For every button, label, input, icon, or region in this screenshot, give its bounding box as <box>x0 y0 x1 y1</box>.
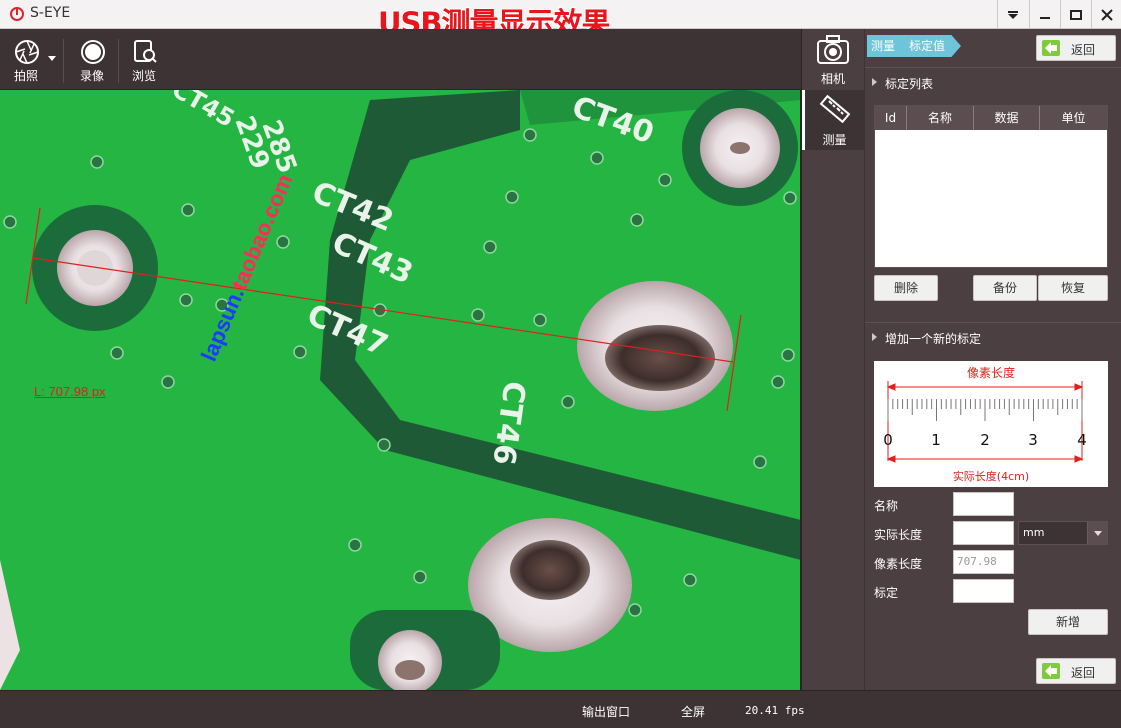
camera-icon <box>817 35 849 64</box>
status-bar: 输出窗口 全屏 20.41 fps <box>0 690 1121 728</box>
back-arrow-icon <box>1042 40 1060 56</box>
browse-button[interactable]: 浏览 <box>119 37 169 87</box>
back-arrow-icon <box>1042 663 1060 679</box>
maximize-button[interactable] <box>1060 0 1090 29</box>
calibration-field[interactable] <box>953 579 1014 603</box>
record-icon <box>81 40 105 64</box>
measurement-length-label: L: 707.98 px <box>34 384 106 399</box>
back-button-top[interactable]: 返回 <box>1036 35 1116 61</box>
minimize-button[interactable] <box>1029 0 1059 29</box>
ruler-icon <box>819 94 851 124</box>
record-label: 录像 <box>79 69 104 83</box>
expand-arrow-icon <box>872 333 877 341</box>
column-id[interactable]: Id <box>875 106 907 130</box>
name-field[interactable] <box>953 492 1014 516</box>
calibration-table[interactable]: Id 名称 数据 单位 <box>874 105 1108 268</box>
ruler-pixel-length-label: 像素长度 <box>967 365 1015 380</box>
new-calibration-title: 增加一个新的标定 <box>885 332 982 346</box>
calibration-list-header[interactable]: 标定列表 <box>865 67 1121 95</box>
mode-nav: 相机 测量 <box>801 29 864 690</box>
browse-icon <box>134 40 157 63</box>
app-title: S-EYE <box>30 5 71 21</box>
chevron-down-icon <box>1087 522 1107 544</box>
ruler-tick-2: 2 <box>980 431 990 449</box>
browse-label: 浏览 <box>131 69 156 83</box>
record-button[interactable]: 录像 <box>67 37 117 87</box>
app-logo-icon <box>10 7 24 21</box>
new-calibration-header[interactable]: 增加一个新的标定 <box>865 322 1121 350</box>
pixel-length-label: 像素长度 <box>874 557 923 571</box>
title-bar: S-EYE USB测量显示效果 <box>0 0 1121 40</box>
maximize-icon <box>1069 9 1082 20</box>
calibration-panel: 测量 标定值 返回 标定列表 Id 名称 数据 单位 删除 备份 恢复 增加一个… <box>865 29 1121 690</box>
actual-length-field[interactable] <box>953 521 1014 545</box>
ruler-tick-3: 3 <box>1028 431 1038 449</box>
toolbar-divider <box>63 39 64 83</box>
restore-button[interactable]: 恢复 <box>1038 275 1108 301</box>
calibration-label: 标定 <box>874 586 899 600</box>
nav-measure[interactable]: 测量 <box>802 90 864 150</box>
photo-label: 拍照 <box>13 69 38 83</box>
nav-camera[interactable]: 相机 <box>802 29 864 89</box>
actual-length-label: 实际长度 <box>874 528 923 542</box>
nav-measure-label: 测量 <box>822 133 847 147</box>
table-header: Id 名称 数据 单位 <box>875 106 1107 130</box>
ruler-diagram: 像素长度 0 1 2 3 4 实际长度(4cm) <box>874 361 1108 487</box>
back-label-top: 返回 <box>1071 43 1096 57</box>
ruler-tick-4: 4 <box>1077 431 1087 449</box>
ruler-tick-1: 1 <box>931 431 941 449</box>
menu-down-icon <box>1007 10 1018 19</box>
ruler-tick-0: 0 <box>883 431 893 449</box>
pixel-length-field[interactable]: 707.98 <box>953 550 1014 574</box>
app-window: S-EYE USB测量显示效果 拍照 录像 浏览 CT40 CT42 CT43 … <box>0 0 1121 728</box>
fps-readout: 20.41 fps <box>745 704 805 717</box>
close-button[interactable] <box>1091 0 1121 29</box>
unit-select-value: mm <box>1023 526 1045 539</box>
unit-select[interactable]: mm <box>1018 521 1108 545</box>
window-menu-button[interactable] <box>997 0 1027 29</box>
output-window-button[interactable]: 输出窗口 <box>582 703 630 720</box>
expand-arrow-icon <box>872 78 877 86</box>
column-name[interactable]: 名称 <box>907 106 974 130</box>
column-data[interactable]: 数据 <box>974 106 1040 130</box>
photo-button[interactable]: 拍照 <box>1 37 51 87</box>
pcb-image: CT40 CT42 CT43 CT47 CT46 229 285 CT45 <box>0 90 800 690</box>
breadcrumb-calibration[interactable]: 标定值 <box>897 35 961 57</box>
back-label-bottom: 返回 <box>1071 666 1096 680</box>
calibration-list-title: 标定列表 <box>885 77 934 91</box>
backup-button[interactable]: 备份 <box>973 275 1037 301</box>
camera-aperture-icon <box>15 40 39 64</box>
back-button-bottom[interactable]: 返回 <box>1036 658 1116 684</box>
toolbar: 拍照 录像 浏览 <box>0 29 801 90</box>
fullscreen-button[interactable]: 全屏 <box>681 703 705 720</box>
ruler-actual-length-label: 实际长度(4cm) <box>953 469 1029 483</box>
photo-dropdown-icon[interactable] <box>48 56 56 62</box>
minimize-icon <box>1039 16 1050 19</box>
name-label: 名称 <box>874 499 899 513</box>
delete-button[interactable]: 删除 <box>874 275 938 301</box>
column-unit[interactable]: 单位 <box>1040 106 1107 130</box>
camera-view[interactable]: CT40 CT42 CT43 CT47 CT46 229 285 CT45 L:… <box>0 90 801 690</box>
add-calibration-button[interactable]: 新增 <box>1028 609 1108 635</box>
close-icon <box>1100 8 1113 21</box>
ruler-ticks <box>887 399 1083 421</box>
nav-camera-label: 相机 <box>820 72 845 86</box>
